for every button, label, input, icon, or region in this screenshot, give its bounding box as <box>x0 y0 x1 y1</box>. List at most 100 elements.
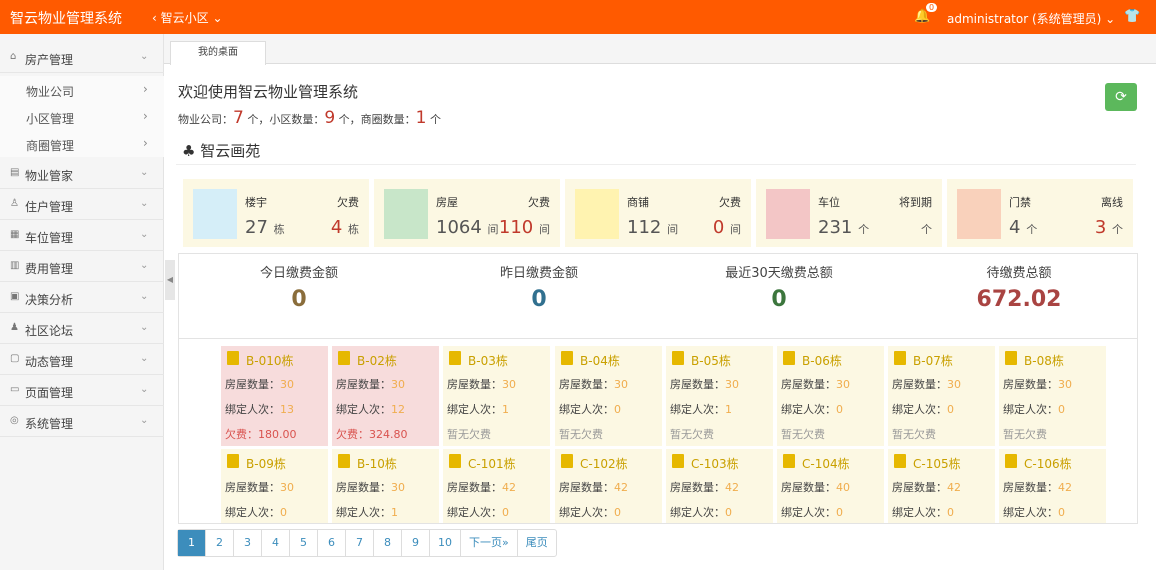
parking-icon: ▦ <box>10 229 20 240</box>
building-card[interactable]: B-07栋 房屋数量：30 绑定人次：0 暂无欠费 <box>888 346 995 446</box>
building-icon <box>1005 351 1017 365</box>
money-icon: ▥ <box>10 260 20 271</box>
user-menu[interactable]: administrator (系统管理员) ⌄ <box>947 10 1115 27</box>
chevron-down-icon: ⌄ <box>140 353 149 364</box>
sidebar-subitem-district[interactable]: 商圈管理 › <box>0 130 164 157</box>
page-icon: ▭ <box>10 384 20 395</box>
building-card[interactable]: B-04栋 房屋数量：30 绑定人次：0 暂无欠费 <box>555 346 662 446</box>
page-link[interactable]: 9 <box>402 530 430 556</box>
building-icon <box>227 454 239 468</box>
page-link[interactable]: 尾页 <box>518 530 556 556</box>
page-link[interactable]: 2 <box>206 530 234 556</box>
stat-card[interactable]: 房屋 欠费 1064 间 110 间 <box>374 179 560 247</box>
sidebar-item-parking[interactable]: ▦ 车位管理 ⌄ <box>0 220 164 251</box>
sidebar-item-analysis[interactable]: ▣ 决策分析 ⌄ <box>0 282 164 313</box>
cart-icon <box>575 189 619 239</box>
building-icon <box>1005 454 1017 468</box>
building-icon <box>672 454 684 468</box>
sidebar-subitem-company[interactable]: 物业公司 › <box>0 76 164 103</box>
users-icon: ♙ <box>10 198 19 209</box>
sidebar-item-news[interactable]: ▢ 动态管理 ⌄ <box>0 344 164 375</box>
house-icon <box>384 189 428 239</box>
sidebar-subitem-community[interactable]: 小区管理 › <box>0 103 164 130</box>
page-link[interactable]: 4 <box>262 530 290 556</box>
chevron-down-icon: ⌄ <box>140 291 149 302</box>
tab-desktop[interactable]: 我的桌面 <box>170 41 266 65</box>
building-card[interactable]: B-03栋 房屋数量：30 绑定人次：1 暂无欠费 <box>443 346 550 446</box>
chevron-right-icon: › <box>143 109 148 123</box>
door-icon <box>957 189 1001 239</box>
sidebar-item-fees[interactable]: ▥ 费用管理 ⌄ <box>0 251 164 282</box>
sidebar: ⌂ 房产管理 ⌄ 物业公司 › 小区管理 › 商圈管理 › ▤ 物业管家 ⌄ ♙ 住户管理 ⌄ ▦… <box>0 34 164 570</box>
page-link[interactable]: 5 <box>290 530 318 556</box>
building-card[interactable]: C-101栋 房屋数量：42 绑定人次：0 <box>443 449 550 523</box>
community-count: 9 <box>324 108 336 128</box>
refresh-button[interactable]: ⟳ <box>1105 83 1137 111</box>
sidebar-item-pages[interactable]: ▭ 页面管理 ⌄ <box>0 375 164 406</box>
chevron-right-icon: › <box>143 82 148 96</box>
stat-card[interactable]: 车位 将到期 231 个 个 <box>756 179 942 247</box>
chevron-right-icon: › <box>143 136 148 150</box>
building-card[interactable]: C-102栋 房屋数量：42 绑定人次：0 <box>555 449 662 523</box>
page-link[interactable]: 8 <box>374 530 402 556</box>
sidebar-item-system[interactable]: ◎ 系统管理 ⌄ <box>0 406 164 437</box>
stat-card[interactable]: 商铺 欠费 112 间 0 间 <box>565 179 751 247</box>
building-card[interactable]: B-05栋 房屋数量：30 绑定人次：1 暂无欠费 <box>666 346 773 446</box>
building-card[interactable]: B-09栋 房屋数量：30 绑定人次：0 <box>221 449 328 523</box>
pagination: 1 2 3 4 5 6 7 8 9 10 下一页» 尾页 <box>177 529 557 557</box>
building-icon <box>561 351 573 365</box>
sidebar-item-butler[interactable]: ▤ 物业管家 ⌄ <box>0 158 164 189</box>
page-link[interactable]: 1 <box>178 530 206 556</box>
building-icon <box>338 351 350 365</box>
news-icon: ▢ <box>10 353 20 364</box>
page-link[interactable]: 7 <box>346 530 374 556</box>
stat-card[interactable]: 楼宇 欠费 27 栋 4 栋 <box>183 179 369 247</box>
sidebar-item-forum[interactable]: ♟ 社区论坛 ⌄ <box>0 313 164 344</box>
summary-line: 物业公司：7 个，小区数量：9 个，商圈数量：1 个 <box>178 108 441 128</box>
sidebar-collapse-handle[interactable]: ◀ <box>165 260 175 300</box>
building-icon <box>561 454 573 468</box>
sidebar-item-housing[interactable]: ⌂ 房产管理 ⌄ <box>0 42 164 73</box>
stat-card[interactable]: 门禁 离线 4 个 3 个 <box>947 179 1133 247</box>
building-card[interactable]: B-010栋 房屋数量：30 绑定人次：13 欠费：180.00 <box>221 346 328 446</box>
building-card[interactable]: B-10栋 房屋数量：30 绑定人次：1 <box>332 449 439 523</box>
page-link[interactable]: 6 <box>318 530 346 556</box>
welcome-title: 欢迎使用智云物业管理系统 <box>178 83 359 101</box>
building-icon <box>783 454 795 468</box>
chevron-down-icon: ⌄ <box>140 260 149 271</box>
home-icon: ⌂ <box>10 51 17 62</box>
page-link[interactable]: 下一页» <box>461 530 518 556</box>
chart-icon: ▣ <box>10 291 20 302</box>
community-switcher[interactable]: ‹ 智云小区 ⌄ <box>152 9 223 26</box>
building-icon <box>227 351 239 365</box>
chevron-down-icon: ⌄ <box>140 322 149 333</box>
building-icon <box>193 189 237 239</box>
chevron-down-icon: ⌄ <box>140 167 149 178</box>
user-name: administrator (系统管理员) <box>947 12 1102 26</box>
district-count: 1 <box>415 108 427 128</box>
sidebar-item-residents[interactable]: ♙ 住户管理 ⌄ <box>0 189 164 220</box>
building-icon <box>894 351 906 365</box>
building-card[interactable]: C-104栋 房屋数量：40 绑定人次：0 <box>777 449 884 523</box>
building-card[interactable]: B-08栋 房屋数量：30 绑定人次：0 暂无欠费 <box>999 346 1106 446</box>
building-icon <box>783 351 795 365</box>
building-card[interactable]: C-106栋 房屋数量：42 绑定人次：0 <box>999 449 1106 523</box>
month-payment: 最近30天缴费总额 0 <box>725 266 833 312</box>
chevron-down-icon: ⌄ <box>140 198 149 209</box>
building-card[interactable]: B-06栋 房屋数量：30 绑定人次：0 暂无欠费 <box>777 346 884 446</box>
page-link[interactable]: 3 <box>234 530 262 556</box>
page-link[interactable]: 10 <box>430 530 461 556</box>
notification-badge: 0 <box>926 3 938 12</box>
building-icon <box>449 454 461 468</box>
building-card[interactable]: B-02栋 房屋数量：30 绑定人次：12 欠费：324.80 <box>332 346 439 446</box>
sitemap-icon: ♣ <box>182 142 196 160</box>
building-card[interactable]: C-105栋 房屋数量：42 绑定人次：0 <box>888 449 995 523</box>
theme-icon[interactable]: 👕 <box>1124 9 1140 24</box>
building-card[interactable]: C-103栋 房屋数量：42 绑定人次：0 <box>666 449 773 523</box>
chevron-down-icon: ⌄ <box>140 51 149 62</box>
building-icon <box>338 454 350 468</box>
chevron-down-icon: ⌄ <box>140 384 149 395</box>
settings-icon: ◎ <box>10 415 19 426</box>
forum-icon: ♟ <box>10 322 19 333</box>
yesterday-payment: 昨日缴费金额 0 <box>499 266 578 312</box>
